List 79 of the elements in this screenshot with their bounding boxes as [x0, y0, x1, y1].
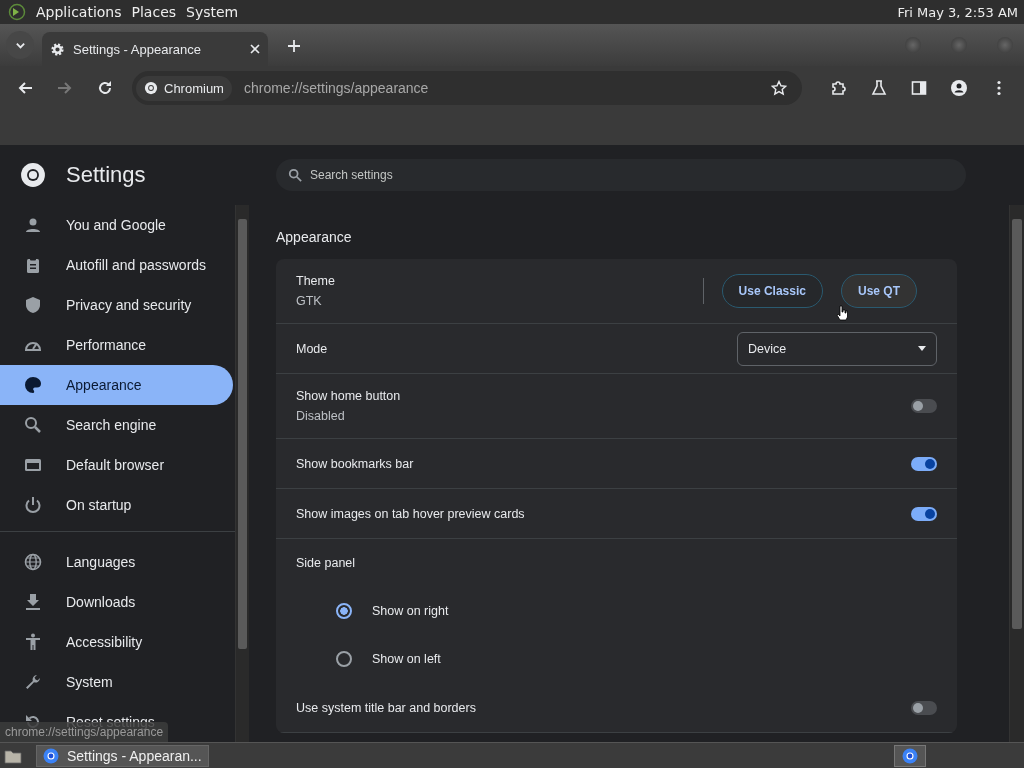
sidebar-item[interactable]: Downloads — [0, 582, 233, 622]
toggle-switch[interactable] — [911, 399, 937, 413]
palette-icon — [24, 376, 42, 394]
sidebar-item[interactable]: On startup — [0, 485, 233, 525]
sidebar-item[interactable]: Performance — [0, 325, 233, 365]
address-bar[interactable]: Chromium chrome://settings/appearance — [132, 71, 802, 105]
setting-label: Mode — [296, 341, 328, 356]
tray-browser-button[interactable] — [894, 744, 926, 767]
radio-button[interactable] — [336, 603, 352, 619]
url-text: chrome://settings/appearance — [243, 80, 429, 96]
person-icon — [24, 216, 42, 234]
toggle-switch[interactable] — [911, 456, 937, 471]
theme-button[interactable]: Use QT — [841, 274, 917, 308]
sidebar-item[interactable]: Search engine — [0, 405, 233, 445]
setting-label: Side panel — [296, 556, 356, 570]
sidebar-item[interactable]: System — [0, 662, 233, 702]
power-icon — [24, 496, 42, 514]
panel-clock: Fri May 3, 2:53 AM — [897, 4, 1018, 20]
profile-icon[interactable] — [951, 80, 967, 96]
radio-label: Show on left — [372, 652, 441, 666]
browser-window-icon — [24, 456, 42, 474]
setting-label: Theme — [296, 274, 336, 288]
globe-icon — [24, 553, 42, 571]
search-field[interactable]: Search settings — [276, 159, 966, 191]
puzzle-icon[interactable] — [831, 80, 847, 96]
sidebar-item[interactable]: Autofill and passwords — [0, 245, 233, 285]
setting-label: Show bookmarks bar — [296, 456, 415, 471]
setting-status: Disabled — [296, 409, 346, 423]
dropdown-arrow-icon — [918, 346, 926, 351]
sidebar-item[interactable]: Appearance — [0, 365, 233, 405]
folder-icon[interactable] — [4, 747, 22, 764]
scrollbar[interactable] — [235, 205, 249, 742]
search-icon — [288, 168, 302, 182]
setting-value: GTK — [296, 294, 323, 308]
site-chip[interactable]: Chromium — [136, 75, 232, 101]
chromium-logo-icon — [902, 747, 918, 764]
star-icon[interactable] — [771, 80, 787, 96]
side-panel-icon[interactable] — [911, 80, 927, 96]
search-icon — [24, 416, 42, 434]
sidebar-item[interactable]: Privacy and security — [0, 285, 233, 325]
chromium-logo-icon — [43, 747, 59, 764]
download-icon — [24, 593, 42, 611]
section-heading: Appearance — [276, 229, 353, 245]
toggle-switch[interactable] — [911, 506, 937, 521]
forward-arrow-icon[interactable] — [57, 80, 73, 96]
setting-label: Use system title bar and borders — [296, 700, 477, 715]
panel-menu[interactable]: Places — [131, 4, 177, 20]
setting-label: Show images on tab hover preview cards — [296, 506, 526, 521]
hand-cursor-icon — [836, 305, 848, 321]
toggle-switch[interactable] — [911, 700, 937, 715]
theme-button[interactable]: Use Classic — [721, 274, 823, 308]
shield-icon — [24, 296, 42, 314]
panel-menu[interactable]: System — [186, 4, 239, 20]
browser-tab[interactable]: Settings - Appearance — [42, 32, 268, 66]
wrench-icon — [24, 673, 42, 691]
new-tab-icon[interactable] — [288, 40, 300, 52]
flask-icon[interactable] — [871, 80, 887, 96]
mode-dropdown[interactable]: Device — [737, 331, 937, 366]
accessibility-icon — [24, 633, 42, 651]
scrollbar[interactable] — [1009, 205, 1024, 742]
reload-icon[interactable] — [97, 80, 113, 96]
radio-button[interactable] — [336, 651, 352, 667]
sidebar-item[interactable]: Default browser — [0, 445, 233, 485]
tab-title: Settings - Appearance — [73, 41, 202, 57]
panel-menu[interactable]: Applications — [36, 4, 122, 20]
setting-label: Show home button — [296, 389, 402, 403]
back-arrow-icon[interactable] — [17, 80, 33, 96]
chromium-logo-icon — [144, 81, 158, 95]
sidebar-item[interactable]: Languages — [0, 542, 233, 582]
distro-logo-icon[interactable] — [8, 3, 26, 21]
sidebar-item[interactable]: You and Google — [0, 205, 233, 245]
page-title: Settings — [66, 162, 146, 188]
clipboard-icon — [24, 256, 42, 274]
chromium-logo-icon — [20, 162, 46, 188]
gear-icon — [50, 41, 65, 57]
close-icon[interactable] — [250, 44, 260, 54]
radio-label: Show on right — [372, 604, 449, 618]
taskbar-window-button[interactable]: Settings - Appearan... — [36, 744, 209, 767]
sidebar-item[interactable]: Accessibility — [0, 622, 233, 662]
